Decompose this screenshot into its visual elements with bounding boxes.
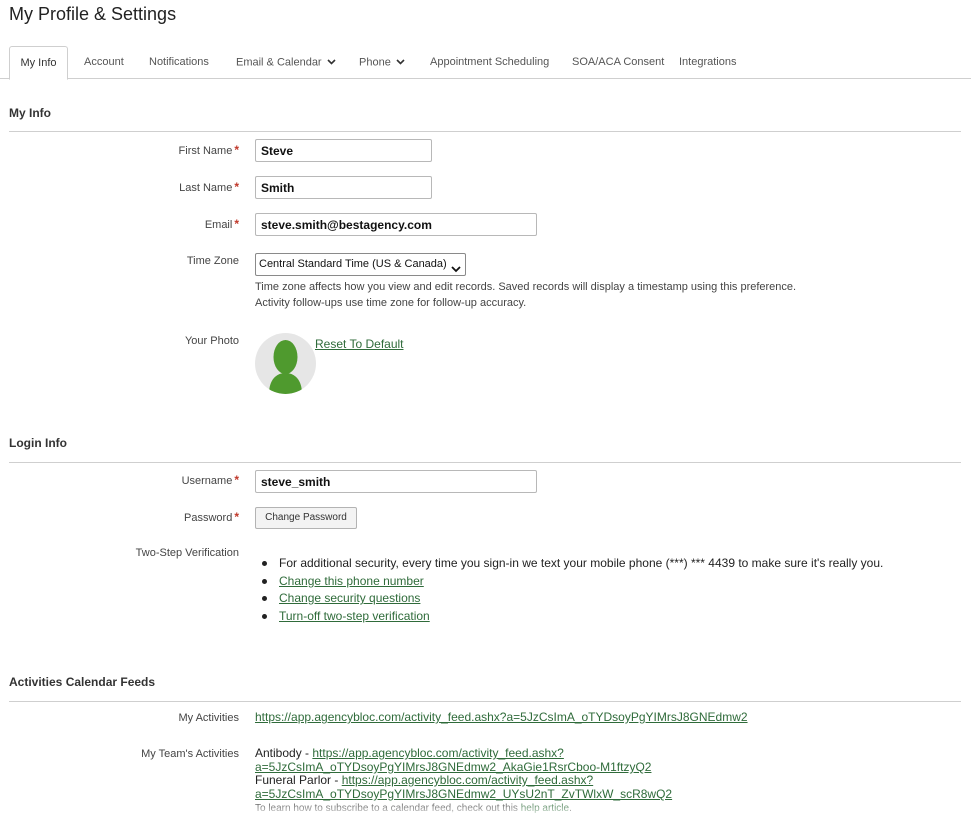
required-asterisk: * <box>234 143 239 157</box>
last-name-input[interactable] <box>255 176 432 199</box>
password-label: Password * <box>9 510 239 524</box>
change-security-questions-link[interactable]: Change security questions <box>279 591 420 605</box>
change-phone-link[interactable]: Change this phone number <box>279 574 424 588</box>
username-label-text: Username <box>181 475 233 487</box>
first-name-label: First Name * <box>9 143 239 157</box>
tab-phone[interactable]: Phone <box>359 46 405 79</box>
tab-appointment-scheduling[interactable]: Appointment Scheduling <box>430 46 549 79</box>
help-article-link[interactable]: help article <box>521 803 569 814</box>
login-info-heading: Login Info <box>9 436 67 450</box>
team-name: Antibody - <box>255 746 313 760</box>
tab-account[interactable]: Account <box>84 46 124 79</box>
required-asterisk: * <box>234 510 239 524</box>
list-item: Change security questions <box>260 591 883 609</box>
team-feed-url-line2[interactable]: a=5JzCsImA_oTYDsoyPgYIMrsJ8GNEdmw2_UYsU2… <box>255 787 672 801</box>
chevron-down-icon <box>327 46 336 79</box>
my-activities-feed: https://app.agencybloc.com/activity_feed… <box>255 710 748 724</box>
avatar <box>255 333 316 394</box>
change-password-button[interactable]: Change Password <box>255 507 357 529</box>
photo-label: Your Photo <box>184 335 239 347</box>
list-item: Change this phone number <box>260 574 883 592</box>
tab-phone-label: Phone <box>359 56 391 69</box>
divider <box>9 131 961 132</box>
my-activities-url-link[interactable]: https://app.agencybloc.com/activity_feed… <box>255 710 748 724</box>
tab-email-calendar[interactable]: Email & Calendar <box>236 46 336 79</box>
team-feed-url-line1[interactable]: https://app.agencybloc.com/activity_feed… <box>342 773 593 787</box>
email-label-text: Email <box>204 219 233 231</box>
calendar-feeds-heading: Activities Calendar Feeds <box>9 675 156 689</box>
tab-integrations[interactable]: Integrations <box>679 46 736 79</box>
team-feed-antibody: Antibody - https://app.agencybloc.com/ac… <box>255 746 651 774</box>
first-name-label-text: First Name <box>178 145 233 157</box>
username-input[interactable] <box>255 470 537 493</box>
turn-off-two-step-link[interactable]: Turn-off two-step verification <box>279 609 430 623</box>
time-zone-label: Time Zone <box>186 255 239 267</box>
list-item: Turn-off two-step verification <box>260 609 883 627</box>
time-zone-value: Central Standard Time (US & Canada) <box>259 258 447 270</box>
tab-notifications[interactable]: Notifications <box>149 46 209 79</box>
email-field[interactable] <box>255 213 537 236</box>
time-zone-help-1: Time zone affects how you view and edit … <box>255 281 797 293</box>
team-feed-url-line2[interactable]: a=5JzCsImA_oTYDsoyPgYIMrsJ8GNEdmw2_AkaGi… <box>255 760 651 774</box>
team-name: Funeral Parlor - <box>255 773 342 787</box>
first-name-input[interactable] <box>255 139 432 162</box>
last-name-label: Last Name * <box>9 180 239 194</box>
footnote-end: . <box>569 803 572 814</box>
team-feed-funeral-parlor: Funeral Parlor - https://app.agencybloc.… <box>255 773 672 801</box>
two-step-list: For additional security, every time you … <box>260 556 883 626</box>
time-zone-help-2: Activity follow-ups use time zone for fo… <box>255 297 527 309</box>
username-label: Username * <box>9 473 239 487</box>
email-label: Email * <box>9 217 239 231</box>
footnote-text: To learn how to subscribe to a calendar … <box>255 803 521 814</box>
chevron-down-icon <box>451 260 461 281</box>
team-feed-url-line1[interactable]: https://app.agencybloc.com/activity_feed… <box>312 746 563 760</box>
chevron-down-icon <box>396 46 405 79</box>
last-name-label-text: Last Name <box>179 182 233 194</box>
my-info-heading: My Info <box>9 106 51 120</box>
password-label-text: Password <box>184 512 233 524</box>
required-asterisk: * <box>234 217 239 231</box>
team-activities-label: My Team's Activities <box>141 748 239 760</box>
divider <box>9 462 961 463</box>
user-silhouette-icon <box>269 340 302 394</box>
my-activities-label: My Activities <box>178 712 239 724</box>
list-item: For additional security, every time you … <box>260 556 883 574</box>
time-zone-select[interactable]: Central Standard Time (US & Canada) <box>255 253 466 276</box>
page-title: My Profile & Settings <box>9 4 177 24</box>
tab-bar: My Info Account Notifications Email & Ca… <box>0 46 971 80</box>
divider <box>9 701 961 702</box>
two-step-info-text: For additional security, every time you … <box>279 556 884 570</box>
tab-my-info[interactable]: My Info <box>9 46 68 80</box>
two-step-label: Two-Step Verification <box>135 547 239 559</box>
required-asterisk: * <box>234 473 239 487</box>
required-asterisk: * <box>234 180 239 194</box>
reset-to-default-link[interactable]: Reset To Default <box>315 337 404 351</box>
tab-email-calendar-label: Email & Calendar <box>236 56 322 69</box>
tab-soa-aca-consent[interactable]: SOA/ACA Consent <box>572 46 664 79</box>
calendar-help-footnote: To learn how to subscribe to a calendar … <box>255 803 572 814</box>
